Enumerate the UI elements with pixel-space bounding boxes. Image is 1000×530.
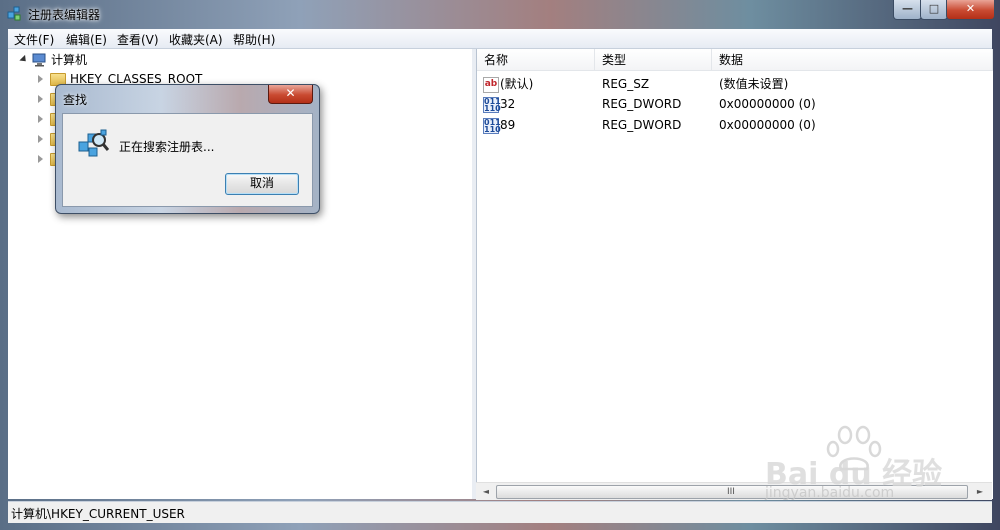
find-dialog: 查找 ✕ 正在搜索注册表... 取消 <box>55 84 320 214</box>
column-header-type[interactable]: 类型 <box>595 49 712 71</box>
collapsed-arrow-icon[interactable] <box>38 95 43 103</box>
dialog-close-button[interactable]: ✕ <box>268 85 313 104</box>
expand-arrow-icon[interactable] <box>19 54 29 65</box>
string-value-icon: ab <box>483 77 499 93</box>
menu-file[interactable]: 文件(F) <box>14 31 54 48</box>
menu-help[interactable]: 帮助(H) <box>233 31 275 48</box>
cancel-button[interactable]: 取消 <box>225 173 299 195</box>
value-data: 0x00000000 (0) <box>719 118 816 132</box>
registry-editor-icon <box>7 6 21 21</box>
tree-root-label: 计算机 <box>51 53 88 67</box>
collapsed-arrow-icon[interactable] <box>38 155 43 163</box>
value-row-default[interactable]: ab (默认) REG_SZ (数值未设置) <box>477 74 993 94</box>
maximize-button[interactable]: □ <box>920 0 948 20</box>
value-type: REG_DWORD <box>602 118 682 132</box>
value-row-32[interactable]: 011 110 32 REG_DWORD 0x00000000 (0) <box>477 94 993 114</box>
value-name: (默认) <box>500 77 534 91</box>
menu-bar: 文件(F) 编辑(E) 查看(V) 收藏夹(A) 帮助(H) <box>8 29 992 49</box>
scroll-left-icon[interactable]: ◄ <box>479 485 493 498</box>
window-title: 注册表编辑器 <box>28 8 101 22</box>
collapsed-arrow-icon[interactable] <box>38 75 43 83</box>
menu-edit[interactable]: 编辑(E) <box>66 31 107 48</box>
value-type: REG_SZ <box>602 77 650 91</box>
binary-value-icon: 011 110 <box>483 118 501 134</box>
binary-value-icon: 011 110 <box>483 97 501 113</box>
column-header-data[interactable]: 数据 <box>712 49 993 71</box>
computer-icon <box>32 53 46 67</box>
tree-root[interactable]: 计算机 <box>18 51 218 69</box>
scroll-grip-icon: III <box>727 487 735 497</box>
value-type: REG_DWORD <box>602 97 682 111</box>
value-name: 32 <box>500 97 516 111</box>
baidu-watermark: Bai du 经验 jingyan.baidu.com <box>765 425 985 515</box>
dialog-message: 正在搜索注册表... <box>119 140 215 154</box>
column-header-name[interactable]: 名称 <box>477 49 595 71</box>
collapsed-arrow-icon[interactable] <box>38 115 43 123</box>
menu-favorites[interactable]: 收藏夹(A) <box>169 31 223 48</box>
value-row-89[interactable]: 011 110 89 REG_DWORD 0x00000000 (0) <box>477 115 993 135</box>
value-name: 89 <box>500 118 516 132</box>
dialog-body: 正在搜索注册表... 取消 <box>62 113 313 207</box>
value-data: (数值未设置) <box>719 77 789 91</box>
watermark-url: jingyan.baidu.com <box>765 485 895 501</box>
close-button[interactable]: ✕ <box>946 0 995 20</box>
title-bar[interactable]: 注册表编辑器 — □ ✕ <box>0 0 1000 28</box>
minimize-button[interactable]: — <box>893 0 922 20</box>
value-data: 0x00000000 (0) <box>719 97 816 111</box>
menu-view[interactable]: 查看(V) <box>117 31 159 48</box>
dialog-title: 查找 <box>63 93 88 107</box>
collapsed-arrow-icon[interactable] <box>38 135 43 143</box>
search-registry-icon <box>78 129 109 157</box>
window-frame: 注册表编辑器 — □ ✕ 文件(F) 编辑(E) 查看(V) 收藏夹(A) 帮助… <box>0 0 1000 530</box>
status-path: 计算机\HKEY_CURRENT_USER <box>11 507 185 521</box>
